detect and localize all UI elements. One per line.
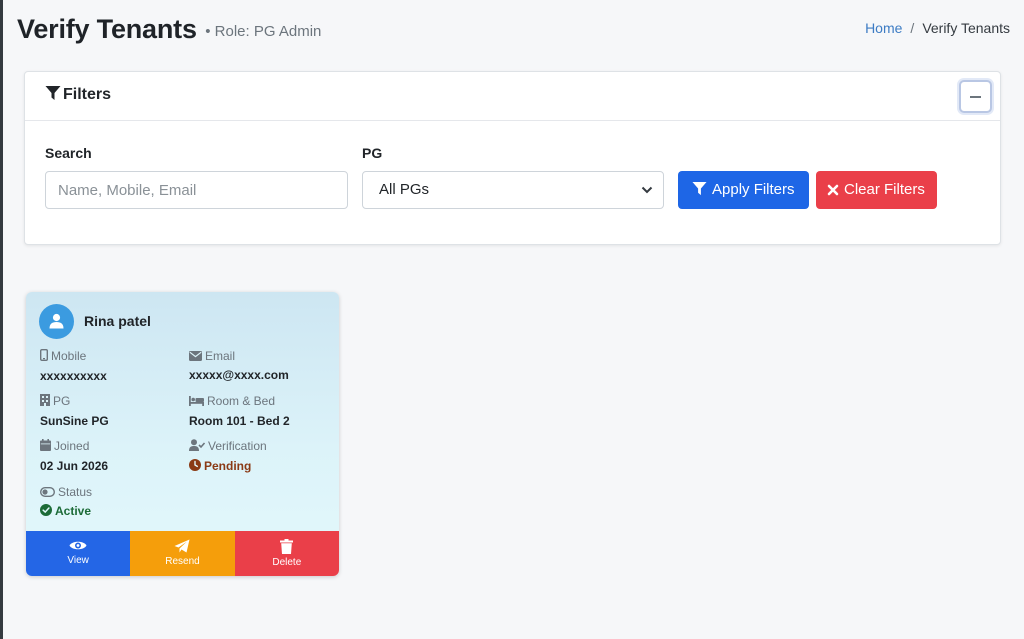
joined-label-text: Joined: [54, 439, 90, 453]
delete-button[interactable]: Delete: [234, 531, 339, 576]
tenant-actions: View Resend Delete: [26, 531, 339, 576]
pg-select-value: All PGs: [379, 181, 430, 198]
room-label-text: Room & Bed: [207, 394, 276, 408]
pg-info-label: PG: [40, 394, 70, 408]
envelope-icon: [189, 351, 202, 361]
pg-label: PG: [362, 145, 383, 161]
view-button[interactable]: View: [26, 531, 131, 576]
breadcrumb: Home / Verify Tenants: [865, 20, 1010, 36]
mobile-label-text: Mobile: [51, 349, 87, 363]
filter-icon: [692, 181, 707, 196]
paper-plane-icon: [174, 539, 190, 553]
pg-info-label-text: PG: [53, 394, 71, 408]
joined-value: 02 Jun 2026: [40, 459, 109, 473]
email-label: Email: [189, 349, 235, 363]
view-button-label: View: [67, 555, 89, 566]
joined-label: Joined: [40, 439, 89, 453]
breadcrumb-home-link[interactable]: Home: [865, 20, 902, 36]
user-check-icon: [189, 439, 206, 451]
filter-icon: [45, 86, 61, 100]
room-label: Room & Bed: [189, 394, 275, 408]
filters-title: Filters: [45, 85, 111, 104]
bed-icon: [189, 396, 204, 406]
clear-filters-label: Clear Filters: [844, 181, 925, 198]
filters-header: Filters: [25, 72, 1000, 121]
search-input[interactable]: [45, 171, 348, 209]
calendar-icon: [40, 439, 51, 451]
tenant-name: Rina patel: [84, 313, 151, 329]
page-header: Verify Tenants • Role: PG Admin Home / Ver…: [17, 14, 1010, 50]
avatar: [39, 304, 74, 339]
eye-icon: [69, 541, 87, 550]
email-value: xxxxx@xxxx.com: [189, 368, 289, 382]
check-circle-icon: [40, 504, 52, 516]
status-label: Status: [39, 485, 93, 499]
user-icon: [49, 313, 64, 329]
verification-label: Verification: [189, 439, 267, 453]
mobile-label: Mobile: [39, 348, 87, 363]
apply-filters-label: Apply Filters: [712, 181, 795, 198]
resend-button[interactable]: Resend: [130, 531, 235, 576]
sidebar-edge: [0, 0, 3, 639]
email-label-text: Email: [205, 349, 236, 363]
toggle-icon: [39, 486, 56, 498]
tenant-card: Rina patel Mobile xxxxxxxxxx Email xxxxx…: [26, 292, 339, 576]
search-label: Search: [45, 145, 92, 161]
verification-label-text: Verification: [208, 439, 267, 453]
verification-status: Pending: [189, 459, 251, 473]
clear-filters-button[interactable]: Clear Filters: [816, 171, 937, 209]
verification-status-text: Pending: [204, 459, 252, 473]
collapse-button[interactable]: [959, 80, 992, 113]
status-label-text: Status: [58, 485, 93, 499]
resend-button-label: Resend: [165, 556, 200, 567]
account-status: Active: [40, 504, 91, 518]
filters-card: Filters Search PG All PGs Apply Filters …: [24, 71, 1001, 245]
pg-select[interactable]: All PGs: [362, 171, 664, 209]
chevron-down-icon: [641, 186, 653, 194]
breadcrumb-separator: /: [910, 20, 915, 36]
breadcrumb-current: Verify Tenants: [922, 20, 1010, 36]
page-role: • Role: PG Admin: [205, 23, 322, 40]
room-value: Room 101 - Bed 2: [189, 414, 290, 428]
delete-button-label: Delete: [272, 557, 302, 568]
apply-filters-button[interactable]: Apply Filters: [678, 171, 809, 209]
trash-icon: [280, 539, 294, 554]
clock-icon: [189, 459, 201, 471]
page-title: Verify Tenants: [17, 14, 197, 44]
filters-title-label: Filters: [63, 86, 112, 103]
account-status-text: Active: [55, 504, 92, 518]
close-icon: [827, 184, 839, 196]
mobile-icon: [39, 348, 48, 362]
building-icon: [40, 394, 50, 406]
pg-info-value: SunSine PG: [40, 414, 109, 428]
mobile-value: xxxxxxxxxx: [40, 369, 107, 383]
